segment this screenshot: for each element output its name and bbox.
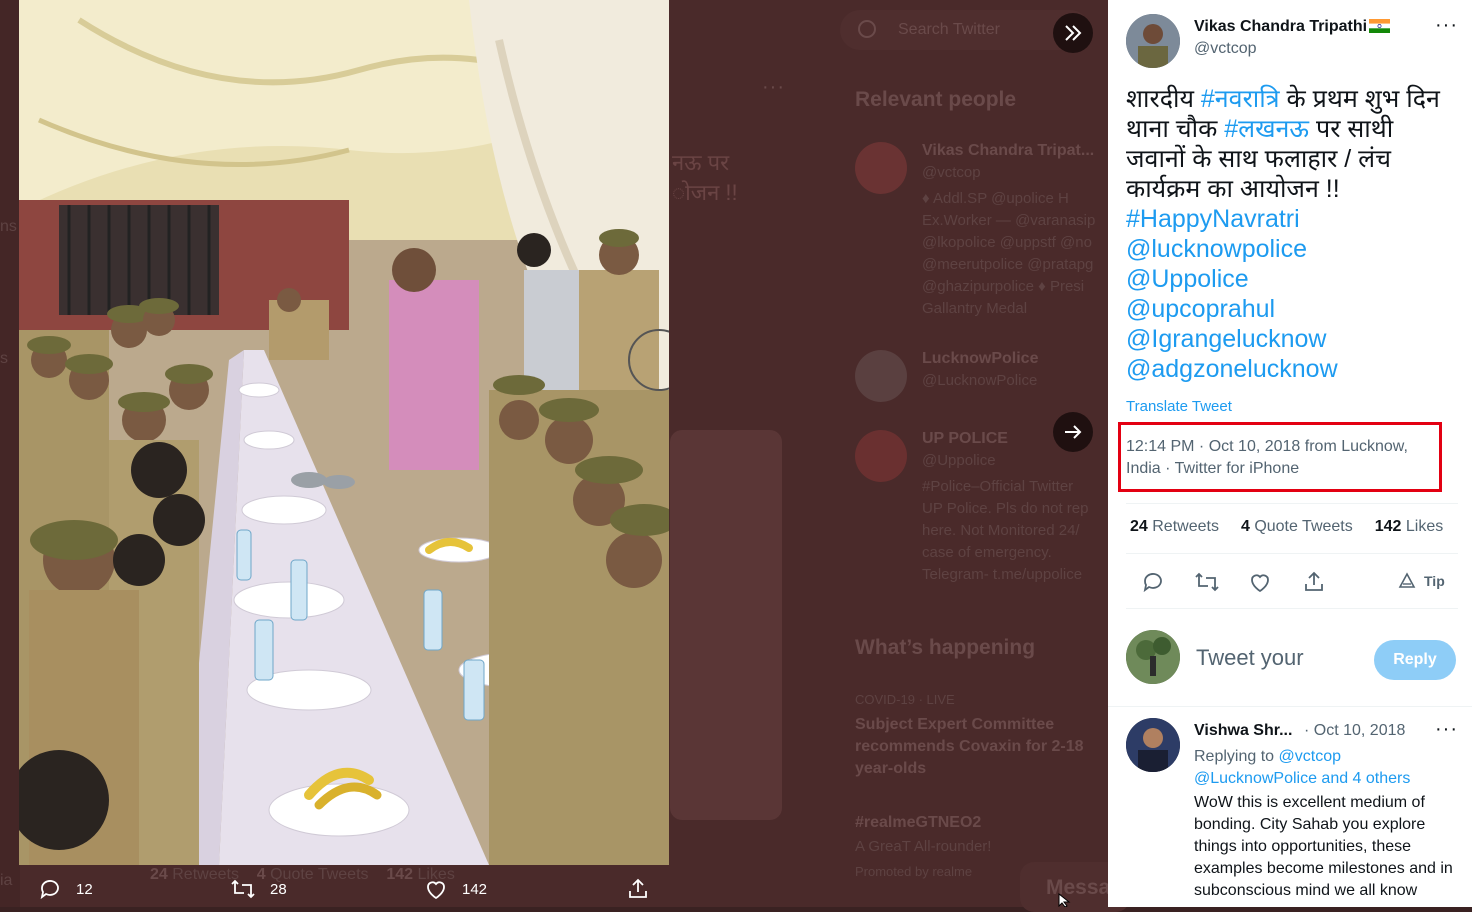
search-placeholder: Search Twitter: [898, 21, 1000, 38]
person-bio: #Police–Official Twitter UP Police. Pls …: [922, 478, 1089, 583]
like-button[interactable]: [1248, 570, 1272, 599]
quote-tweets-stat[interactable]: 4 Quote Tweets: [1241, 518, 1353, 536]
search-icon: [858, 20, 876, 38]
author-handle[interactable]: @vctcop: [1194, 40, 1256, 58]
share-button[interactable]: [1302, 570, 1326, 599]
more-icon[interactable]: ···: [1435, 718, 1458, 741]
like-count: 142: [462, 880, 488, 898]
double-chevron-right-icon: [1065, 25, 1082, 41]
left-nav-strip: [0, 0, 20, 907]
avatar[interactable]: [855, 350, 907, 402]
reply-date[interactable]: · Oct 10, 2018: [1304, 722, 1405, 740]
trend-sub: A GreaT All-rounder!: [855, 838, 992, 855]
translate-tweet-link[interactable]: Translate Tweet: [1126, 398, 1232, 415]
tweet-text: शारदीय #नवरात्रि के प्रथम शुभ दिन थाना च…: [1126, 85, 1440, 383]
avatar[interactable]: [855, 142, 907, 194]
more-icon[interactable]: ···: [1435, 14, 1458, 37]
share-icon: [1305, 571, 1323, 591]
reply-author-name[interactable]: Vishwa Shr...: [1194, 722, 1292, 740]
person-handle[interactable]: @Uppolice: [922, 452, 996, 469]
bg-tweet-text-fragment: नऊ पर ोजन !!: [672, 150, 738, 205]
messages-label: Messa: [1046, 876, 1111, 899]
hashtag-link[interactable]: #नवरात्रि: [1201, 85, 1280, 113]
likes-stat[interactable]: 142 Likes: [1375, 518, 1444, 536]
reply-author-avatar-image: [1126, 718, 1180, 772]
media-action-bar: 12 28 142: [0, 865, 700, 907]
whats-happening-title: What’s happening: [855, 636, 1036, 659]
divider: [1126, 608, 1458, 609]
mention-link[interactable]: @upcoprahul: [1126, 295, 1275, 323]
person-name[interactable]: Vikas Chandra Tripat...: [922, 142, 1094, 160]
annotation-highlight-box: [1118, 422, 1442, 492]
person-name[interactable]: UP POLICE: [922, 430, 1008, 448]
avatar[interactable]: [855, 430, 907, 482]
media-reply-button[interactable]: 12: [38, 877, 93, 901]
divider: [1108, 706, 1472, 707]
media-retweet-button[interactable]: 28: [230, 877, 287, 901]
divider: [1126, 553, 1458, 554]
reply-count: 12: [76, 880, 93, 898]
bg-tweet-photo: [670, 430, 782, 820]
replying-to: Replying to @vctcop @LucknowPolice and 4…: [1194, 748, 1411, 787]
avatar[interactable]: [1126, 630, 1180, 684]
tweet-action-bar: Tip: [1108, 570, 1472, 600]
reply-text: WoW this is excellent medium of bonding.…: [1194, 794, 1453, 899]
mention-link[interactable]: @Uppolice: [1126, 265, 1249, 293]
mention-link[interactable]: @Igrangelucknow: [1126, 325, 1327, 353]
media-share-button[interactable]: [626, 877, 664, 901]
mouse-cursor-icon: [1058, 893, 1071, 907]
person-handle[interactable]: @vctcop: [922, 164, 981, 181]
left-fragment: s: [0, 350, 8, 367]
retweet-icon: [231, 879, 255, 899]
author-avatar-image: [1126, 14, 1180, 68]
person-name[interactable]: LucknowPolice: [922, 350, 1038, 368]
share-icon: [629, 878, 647, 898]
avatar[interactable]: [1126, 14, 1180, 68]
india-flag-icon: [1369, 19, 1391, 33]
trend-tag[interactable]: #realmeGTNEO2: [855, 812, 1100, 834]
reply-submit-button[interactable]: Reply: [1374, 640, 1456, 680]
retweet-icon: [1195, 572, 1219, 592]
mention-link[interactable]: @lucknowpolice: [1126, 235, 1307, 263]
retweets-stat[interactable]: 24 Retweets: [1130, 518, 1219, 536]
tip-label: Tip: [1424, 573, 1445, 589]
mention-link[interactable]: @vctcop: [1279, 748, 1341, 765]
trend-promo: Promoted by realme: [855, 864, 973, 879]
reply-icon: [40, 880, 59, 900]
mention-link[interactable]: @adgzonelucknow: [1126, 355, 1338, 383]
heart-icon: [427, 881, 445, 900]
arrow-right-icon: [1065, 425, 1082, 439]
avatar[interactable]: [1126, 718, 1180, 772]
photo-illustration: [19, 0, 669, 865]
relevant-people-title: Relevant people: [855, 88, 1017, 111]
retweet-count: 28: [270, 880, 287, 898]
tweet-stats: 24 Retweets 4 Quote Tweets 142 Likes: [1130, 518, 1443, 536]
divider: [1126, 503, 1458, 504]
mention-link[interactable]: @LucknowPolice and 4 others: [1194, 770, 1410, 787]
person-bio: ♦ Addl.SP @upolice H Ex.Worker — @varana…: [922, 190, 1096, 317]
collapse-panel-button[interactable]: [1053, 13, 1093, 53]
more-icon[interactable]: ···: [762, 76, 785, 99]
tweet-photo[interactable]: [19, 0, 669, 865]
reply-icon: [1143, 573, 1162, 593]
next-image-button[interactable]: [1053, 412, 1093, 452]
hashtag-link[interactable]: #HappyNavratri: [1126, 205, 1300, 233]
reply-button[interactable]: [1141, 570, 1165, 599]
media-like-button[interactable]: 142: [424, 877, 487, 901]
heart-icon: [1251, 574, 1269, 593]
left-fragment: ns: [0, 218, 17, 235]
author-name[interactable]: Vikas Chandra Tripathi: [1194, 18, 1391, 36]
hashtag-link[interactable]: #लखनऊ: [1224, 115, 1309, 143]
user-avatar-image: [1126, 630, 1180, 684]
retweet-button[interactable]: [1194, 570, 1220, 599]
trend-category: COVID-19 · LIVE: [855, 692, 955, 707]
reply-input[interactable]: Tweet your: [1196, 645, 1304, 671]
person-handle[interactable]: @LucknowPolice: [922, 372, 1037, 389]
tip-icon: [1398, 572, 1416, 588]
tip-button[interactable]: Tip: [1398, 572, 1445, 590]
trend-headline[interactable]: Subject Expert Committee recommends Cova…: [855, 714, 1100, 780]
